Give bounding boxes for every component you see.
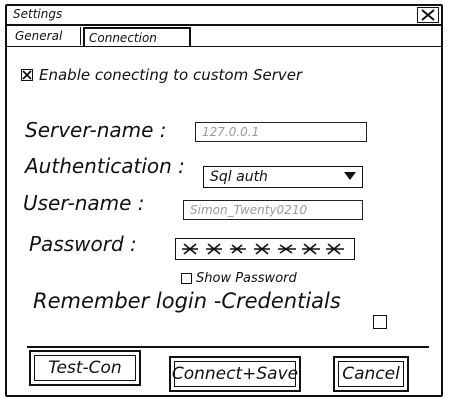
user-name-input[interactable]: Simon_Twenty0210 [183, 200, 363, 220]
chevron-down-icon [344, 172, 356, 180]
remember-credentials-label: Remember login -Credentials [33, 289, 341, 313]
enable-custom-server-label: Enable conecting to custom Server [39, 66, 303, 84]
button-divider [27, 346, 429, 348]
user-name-label: User-name : [23, 191, 145, 215]
window-title: Settings [13, 7, 63, 21]
cancel-button[interactable]: Cancel [333, 356, 409, 392]
close-button[interactable] [417, 7, 439, 23]
tab-divider [7, 46, 441, 47]
close-icon [421, 9, 435, 21]
password-input[interactable] [175, 238, 355, 260]
test-connection-label: Test-Con [48, 358, 122, 378]
server-name-placeholder: 127.0.0.1 [202, 125, 260, 139]
title-bar: Settings [7, 6, 441, 26]
show-password-checkbox[interactable] [181, 273, 192, 284]
connect-save-label: Connect+Save [171, 364, 299, 384]
show-password-label: Show Password [196, 271, 297, 286]
check-mark-icon [22, 70, 32, 80]
test-connection-button[interactable]: Test-Con [29, 350, 141, 386]
settings-dialog: Settings General Connection Enable conec… [5, 4, 443, 397]
password-mask [182, 243, 344, 255]
remember-credentials-checkbox[interactable] [373, 315, 387, 329]
user-name-placeholder: Simon_Twenty0210 [190, 203, 308, 217]
tab-connection-label: Connection [89, 31, 157, 45]
tab-general-label: General [15, 29, 63, 43]
tab-general[interactable]: General [11, 27, 81, 45]
server-name-label: Server-name : [25, 118, 167, 142]
password-label: Password : [29, 232, 137, 256]
connect-save-button[interactable]: Connect+Save [169, 356, 301, 392]
enable-custom-server-checkbox[interactable] [21, 69, 33, 81]
tab-connection[interactable]: Connection [83, 27, 191, 46]
authentication-label: Authentication : [25, 154, 185, 178]
server-name-input[interactable]: 127.0.0.1 [195, 122, 367, 142]
authentication-select[interactable]: Sql auth [203, 166, 363, 188]
cancel-label: Cancel [342, 364, 400, 384]
authentication-value: Sql auth [210, 169, 268, 185]
